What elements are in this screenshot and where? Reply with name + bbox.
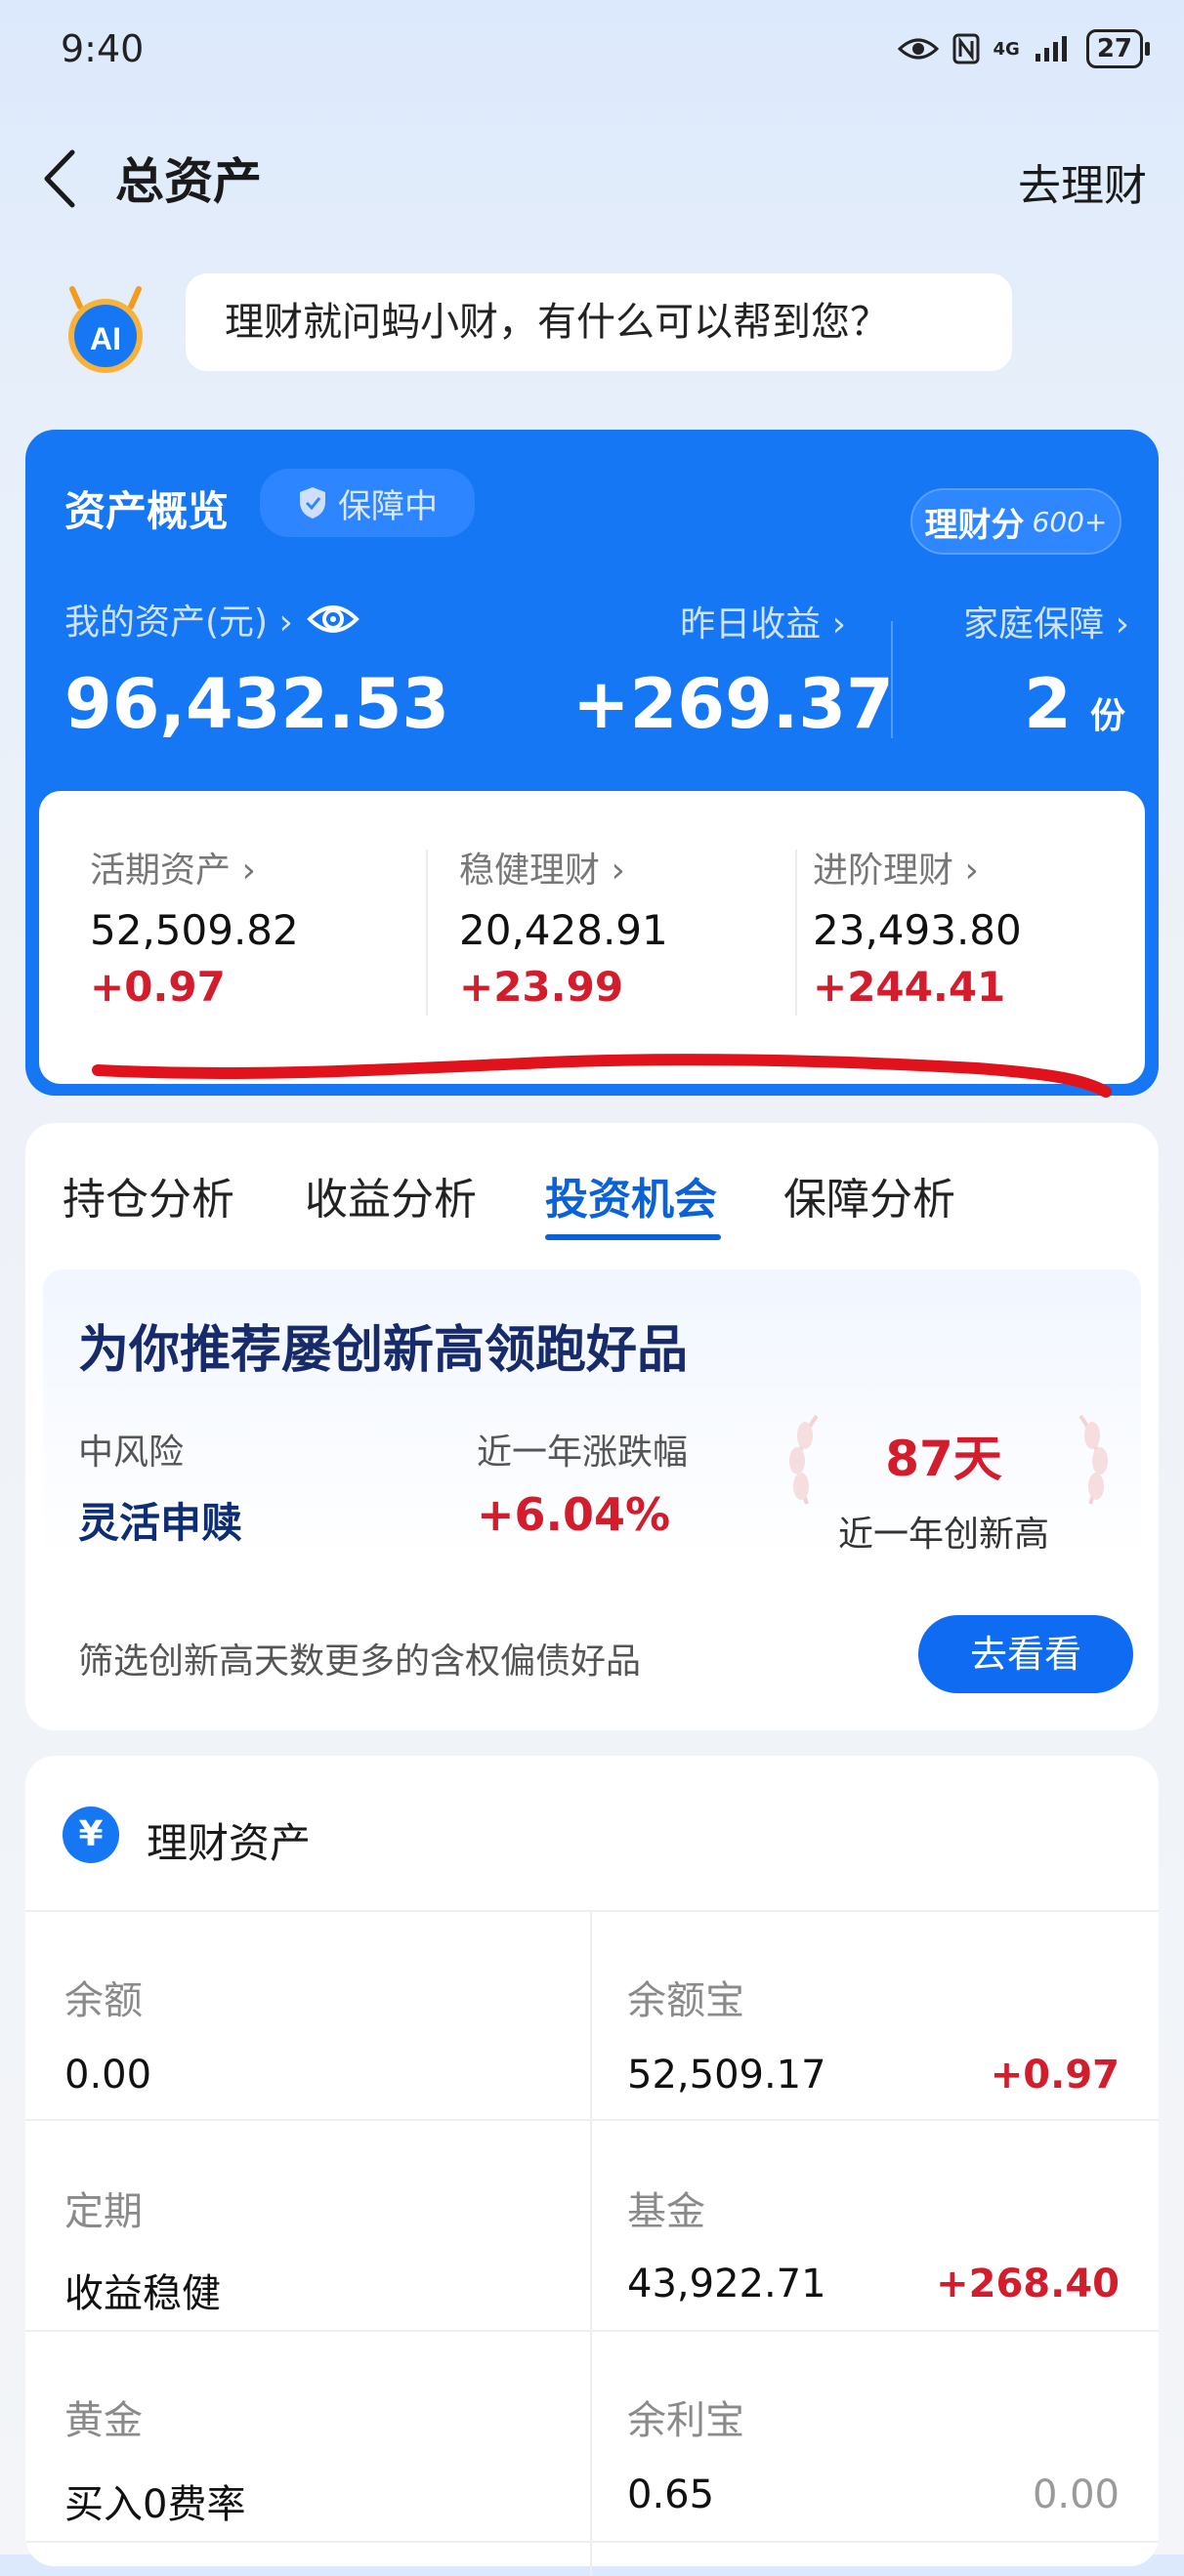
breakdown-label: 活期资产 › (90, 851, 256, 891)
tab-protection-analysis[interactable]: 保障分析 (783, 1164, 955, 1226)
breakdown-value: 52,509.82 (90, 906, 299, 954)
signal-icon (1035, 36, 1067, 62)
redeem-label: 灵活申赎 (78, 1499, 243, 1547)
asset-cell-value: 收益稳健 (64, 2271, 221, 2316)
new-high-days-label: 近一年创新高 (837, 1515, 1049, 1555)
my-assets-value: 96,432.53 (64, 664, 450, 744)
go-see-button[interactable]: 去看看 (918, 1615, 1133, 1693)
overview-divider (891, 621, 893, 738)
asset-cell-yuebao[interactable]: 余额宝 52,509.17 +0.97 (592, 1912, 1159, 2119)
breakdown-change: +244.41 (813, 963, 1006, 1011)
status-time: 9:40 (61, 27, 145, 70)
ai-robot-icon: AI (68, 286, 143, 373)
chevron-left-icon (44, 149, 75, 208)
protection-badge[interactable]: 保障中 (260, 469, 475, 537)
asset-cell-change: 0.00 (1032, 2472, 1120, 2517)
ai-avatar-text: AI (90, 321, 121, 356)
asset-cell-label: 定期 (64, 2189, 143, 2234)
my-assets-header[interactable]: 我的资产(元) › (64, 594, 359, 644)
tab-holdings-analysis[interactable]: 持仓分析 (63, 1164, 234, 1226)
nfc-icon (952, 33, 979, 64)
family-protection-value-group: 2 份 (905, 664, 1125, 744)
asset-cell-value: 43,922.71 (627, 2262, 826, 2306)
analysis-card: 持仓分析 收益分析 投资机会 保障分析 为你推荐屡创新高领跑好品 中风险 灵活申… (25, 1123, 1159, 1730)
asset-cell-value: 52,509.17 (627, 2053, 826, 2098)
asset-cell-fixed-term[interactable]: 定期 收益稳健 (25, 2121, 590, 2330)
wealth-assets-card: ¥ 理财资产 余额 0.00 余额宝 52,509.17 +0.97 定期 收益… (25, 1756, 1159, 2576)
change-label: 近一年涨跌幅 (477, 1433, 689, 1473)
finance-score-badge[interactable]: 理财分 600+ (910, 488, 1121, 555)
change-value: +6.04% (477, 1488, 671, 1541)
network-label: 4G (993, 38, 1020, 60)
active-tab-indicator (545, 1234, 721, 1240)
breakdown-label: 稳健理财 › (459, 851, 625, 891)
back-button[interactable] (37, 146, 86, 211)
score-label: 理财分 (924, 505, 1025, 545)
red-annotation-stroke (92, 1054, 1112, 1098)
family-protection-value: 2 (1024, 664, 1072, 744)
ai-assistant-avatar[interactable]: AI (59, 281, 152, 375)
shield-icon (300, 487, 325, 519)
battery-indicator: 27 (1085, 29, 1151, 68)
recommendation-title[interactable]: 为你推荐屡创新高领跑好品 (78, 1309, 688, 1382)
tab-investment-opportunity[interactable]: 投资机会 (545, 1164, 717, 1226)
overview-title: 资产概览 (64, 487, 230, 535)
my-assets-label: 我的资产(元) › (64, 602, 293, 643)
asset-cell-change: +268.40 (936, 2262, 1120, 2306)
page-title: 总资产 (115, 153, 262, 210)
family-protection-label[interactable]: 家庭保障 › (905, 596, 1129, 646)
breakdown-change: +0.97 (90, 963, 226, 1011)
breakdown-change: +23.99 (459, 963, 624, 1011)
asset-cell-gold[interactable]: 黄金 买入0费率 (25, 2332, 590, 2541)
asset-cell-balance[interactable]: 余额 0.00 (25, 1912, 590, 2119)
new-high-days-value: 87天 (885, 1431, 1002, 1487)
family-protection-unit: 份 (1089, 696, 1125, 736)
asset-cell-change: +0.97 (990, 2053, 1120, 2098)
asset-cell-label: 余额 (64, 1978, 143, 2023)
asset-cell-label: 余利宝 (627, 2398, 744, 2443)
laurel-right-icon (1078, 1414, 1108, 1505)
yen-icon: ¥ (63, 1807, 119, 1863)
asset-cell-value: 0.00 (64, 2053, 152, 2098)
go-invest-link[interactable]: 去理财 (1018, 150, 1147, 213)
asset-overview-card: 资产概览 保障中 理财分 600+ 我的资产(元) › 96,432.53 昨日… (25, 430, 1159, 1096)
breakdown-value: 23,493.80 (813, 906, 1022, 954)
protection-badge-label: 保障中 (338, 486, 438, 526)
asset-cell-value: 0.65 (627, 2472, 715, 2517)
eye-toggle-icon[interactable] (307, 600, 359, 639)
score-value: 600+ (1032, 505, 1108, 538)
tab-income-analysis[interactable]: 收益分析 (305, 1164, 477, 1226)
asset-cell-fund[interactable]: 基金 43,922.71 +268.40 (592, 2121, 1159, 2330)
asset-cell-label: 余额宝 (627, 1978, 744, 2023)
row-divider (25, 2541, 1159, 2543)
risk-label: 中风险 (78, 1433, 185, 1473)
asset-cell-yulibao[interactable]: 余利宝 0.65 0.00 (592, 2332, 1159, 2541)
eye-icon (897, 38, 939, 60)
breakdown-value: 20,428.91 (459, 906, 668, 954)
asset-cell-label: 基金 (627, 2189, 705, 2234)
ai-assistant-prompt[interactable]: 理财就问蚂小财，有什么可以帮到您？ (186, 273, 1012, 371)
breakdown-label: 进阶理财 › (813, 851, 979, 891)
wealth-assets-title: 理财资产 (147, 1819, 312, 1867)
yesterday-income-label[interactable]: 昨日收益 › (651, 596, 846, 646)
status-icons: 4G 27 (897, 29, 1151, 68)
recommendation-footer-text: 筛选创新高天数更多的含权偏债好品 (78, 1641, 642, 1682)
asset-cell-value: 买入0费率 (64, 2482, 246, 2527)
asset-cell-label: 黄金 (64, 2398, 143, 2443)
yesterday-income-value: +269.37 (572, 664, 894, 744)
